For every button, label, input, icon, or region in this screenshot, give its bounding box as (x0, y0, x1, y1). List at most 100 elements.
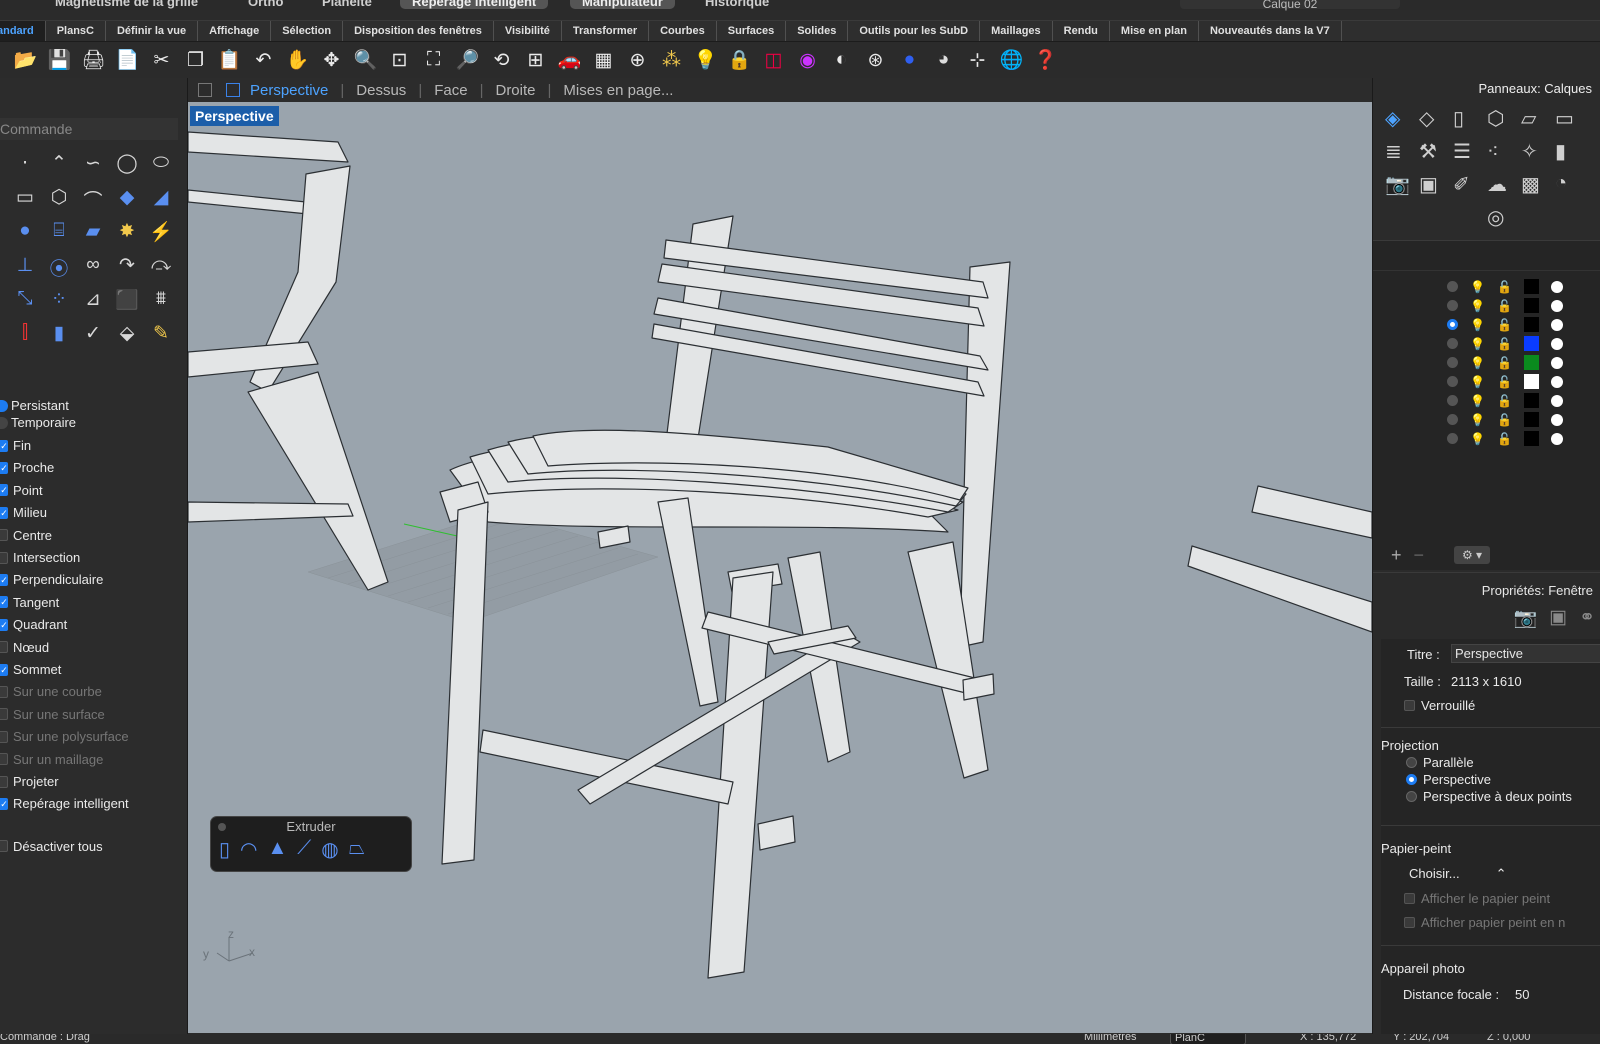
box-icon[interactable]: ⬛ (110, 288, 144, 312)
extrude-straight-icon[interactable]: ▯ (219, 837, 230, 862)
projection-option-2[interactable]: Perspective à deux points (1406, 789, 1572, 804)
osnap-item-12[interactable]: Sur une surface (0, 707, 105, 722)
monitor-panel-icon[interactable]: ▭ (1555, 106, 1589, 131)
tools-panel-icon[interactable]: ⚒ (1419, 139, 1453, 164)
chamfer-icon[interactable]: ⤼ (144, 254, 178, 278)
extrude-surface-icon[interactable]: ⏢ (349, 837, 365, 862)
gumball-icon[interactable]: ⫿ (8, 322, 42, 346)
ellipse-icon[interactable]: ⬭ (144, 152, 178, 176)
texture-panel-icon[interactable]: ▩ (1521, 172, 1555, 197)
title-input[interactable]: Perspective (1451, 644, 1600, 663)
split-icon[interactable]: ⚡ (144, 220, 178, 244)
material-circle[interactable] (1550, 299, 1563, 312)
solid-edit-icon[interactable]: ⬙ (110, 322, 144, 346)
point-icon[interactable]: ⋅ (8, 152, 42, 176)
array-icon[interactable]: ⁘ (42, 288, 76, 312)
osnap-item-6[interactable]: ✓ Perpendiculaire (0, 572, 103, 587)
osnap-item-16[interactable]: ✓ Repérage intelligent (0, 796, 129, 811)
cylinder-icon[interactable]: ⌸ (42, 220, 76, 244)
wallpaper-select[interactable]: Choisir... ⌃ (1409, 866, 1506, 882)
environment-panel-icon[interactable]: ◔ (1555, 172, 1589, 197)
lightbulb-icon[interactable]: 💡 (1470, 337, 1485, 351)
layer-color-swatch[interactable] (1523, 412, 1539, 427)
open-icon[interactable]: 📂 (10, 46, 41, 74)
material-circle[interactable] (1550, 318, 1563, 331)
blue-sphere-icon[interactable]: ● (894, 46, 925, 74)
lightbulb-icon[interactable]: 💡 (1470, 280, 1485, 294)
lock-icon[interactable]: 🔓 (1497, 413, 1512, 427)
pan-hand-icon[interactable]: ✋ (282, 46, 313, 74)
viewport-tab-2[interactable]: Face (434, 82, 467, 99)
osnap-item-7[interactable]: ✓ Tangent (0, 595, 59, 610)
grid-plane-icon[interactable]: ▦ (588, 46, 619, 74)
frame-panel-icon[interactable]: ▣ (1419, 172, 1453, 197)
tab-5[interactable]: Disposition des fenêtres (343, 21, 494, 41)
cplane-icon[interactable]: ⊹ (962, 46, 993, 74)
current-layer-radio[interactable] (1447, 319, 1458, 330)
lightbulb-icon[interactable]: 💡 (1470, 318, 1485, 332)
spheres-icon[interactable]: ● (8, 220, 42, 244)
color-wheel-icon[interactable]: ◉ (792, 46, 823, 74)
box-panel-icon[interactable]: ⬡ (1487, 106, 1521, 131)
lock-icon[interactable]: 🔒 (724, 46, 755, 74)
osnap-item-5[interactable]: Intersection (0, 550, 80, 565)
tab-4[interactable]: Sélection (271, 21, 344, 41)
lock-icon[interactable]: 🔓 (1497, 337, 1512, 351)
layer-color-swatch[interactable] (1523, 355, 1539, 370)
fillet-icon[interactable]: ⌒ (76, 186, 110, 212)
remove-layer-button[interactable]: − (1414, 545, 1425, 566)
current-layer-radio[interactable] (1447, 433, 1458, 444)
current-layer-radio[interactable] (1447, 414, 1458, 425)
lightbulb-icon[interactable]: 💡 (1470, 432, 1485, 446)
tab-3[interactable]: Affichage (198, 21, 272, 41)
material-circle[interactable] (1550, 356, 1563, 369)
lightbulb-icon[interactable]: 💡 (1470, 356, 1485, 370)
boolean-union-icon[interactable]: ⦿ (42, 254, 76, 280)
layer-color-swatch[interactable] (1523, 336, 1539, 351)
tab-15[interactable]: Nouveautés dans la V7 (1199, 21, 1342, 41)
layer-stack-icon[interactable]: ◫ (758, 46, 789, 74)
tab-13[interactable]: Rendu (1053, 21, 1110, 41)
polyline-icon[interactable]: ⌃ (42, 152, 76, 176)
material-circle[interactable] (1550, 413, 1563, 426)
osnap-item-10[interactable]: ✓ Sommet (0, 662, 61, 677)
cloud-panel-icon[interactable]: ☁ (1487, 172, 1521, 197)
current-layer-radio[interactable] (1447, 395, 1458, 406)
lock-icon[interactable]: 🔓 (1497, 280, 1512, 294)
boolean-difference-icon[interactable]: ∞ (76, 254, 110, 278)
layer-row[interactable]: 💡 🔓 (1447, 315, 1563, 334)
palette-close-button[interactable] (218, 823, 226, 831)
add-layer-button[interactable]: + (1391, 545, 1402, 566)
lights-panel-icon[interactable]: ✧ (1521, 139, 1555, 164)
material-circle[interactable] (1550, 375, 1563, 388)
osnap-mode-0[interactable]: Persistant (0, 398, 69, 413)
mirror-icon[interactable]: ⊿ (76, 288, 110, 312)
lightbulb-icon[interactable]: 💡 (1470, 413, 1485, 427)
rotate-icon[interactable]: ⟲ (486, 46, 517, 74)
layer-row[interactable]: 💡 🔓 (1447, 353, 1563, 372)
tab-1[interactable]: PlansC (46, 21, 106, 41)
layer-row[interactable]: 💡 🔓 (1447, 410, 1563, 429)
tab-9[interactable]: Surfaces (717, 21, 787, 41)
lock-icon[interactable]: 🔓 (1497, 299, 1512, 313)
layer-color-swatch[interactable] (1523, 431, 1539, 446)
osnap-item-0[interactable]: ✓ Fin (0, 438, 31, 453)
layer-color-swatch[interactable] (1523, 393, 1539, 408)
lock-icon[interactable]: 🔓 (1497, 356, 1512, 370)
current-layer-radio[interactable] (1447, 338, 1458, 349)
car-icon[interactable]: 🚗 (554, 46, 585, 74)
zoom-selected-icon[interactable]: 🔎 (452, 46, 483, 74)
save-icon[interactable]: 💾 (44, 46, 75, 74)
viewport-tab-3[interactable]: Droite (495, 82, 535, 99)
viewport-tab-1[interactable]: Dessus (356, 82, 406, 99)
globe-icon[interactable]: 🌐 (996, 46, 1027, 74)
projection-option-0[interactable]: Parallèle (1406, 755, 1474, 770)
locked-checkbox[interactable]: Verrouillé (1404, 698, 1475, 713)
layer-row[interactable]: 💡 🔓 (1447, 391, 1563, 410)
osnap-item-3[interactable]: ✓ Milieu (0, 505, 47, 520)
osnap-item-15[interactable]: Projeter (0, 774, 59, 789)
current-layer-radio[interactable] (1447, 376, 1458, 387)
cplane-dropdown[interactable]: PlanC (1170, 1034, 1246, 1044)
ortho-toggle[interactable]: Ortho (248, 0, 283, 9)
lock-icon[interactable]: 🔓 (1497, 432, 1512, 446)
